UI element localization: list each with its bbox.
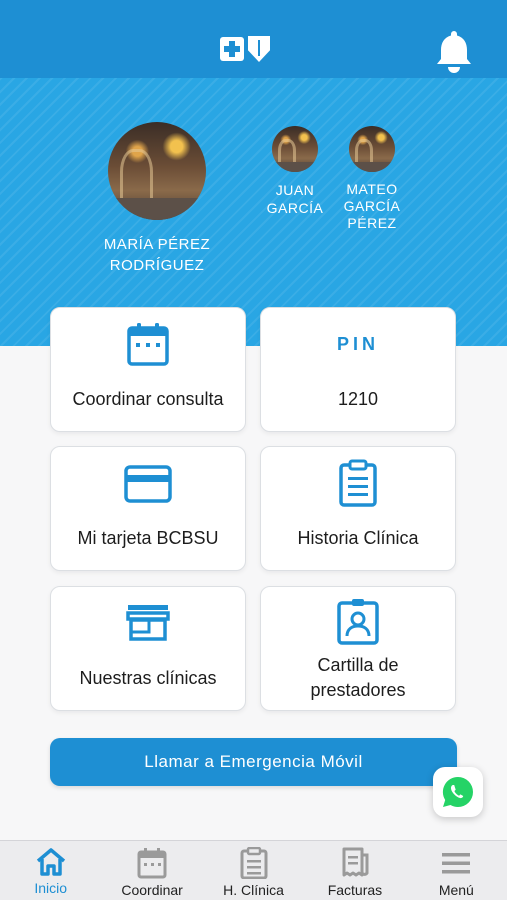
nav-historia-clinica[interactable]: H. Clínica: [203, 841, 304, 900]
home-icon: [36, 848, 65, 876]
shield-logo-icon: [248, 36, 270, 62]
card-label: Cartilla de prestadores: [310, 655, 406, 700]
card-label: Mi tarjeta BCBSU: [77, 528, 219, 548]
top-bar: [0, 0, 507, 78]
member-mateo[interactable]: MATEO GARCÍA PÉREZ: [337, 126, 407, 232]
member-maria[interactable]: MARÍA PÉREZ RODRÍGUEZ: [95, 122, 219, 276]
whatsapp-button[interactable]: [433, 767, 483, 817]
pin-title: PIN: [336, 334, 379, 354]
card-label: Nuestras clínicas: [79, 668, 217, 688]
nav-facturas[interactable]: Facturas: [304, 841, 405, 900]
cartilla-prestadores-card[interactable]: Cartilla de prestadores: [260, 586, 456, 711]
card-label: Historia Clínica: [297, 528, 419, 548]
clipboard-icon: [339, 459, 377, 507]
nav-label: Coordinar: [121, 882, 183, 898]
coordinar-consulta-card[interactable]: Coordinar consulta: [50, 307, 246, 432]
emergency-call-button[interactable]: Llamar a Emergencia Móvil: [50, 738, 457, 786]
nav-coordinar[interactable]: Coordinar: [101, 841, 202, 900]
pin-card[interactable]: PIN 1210: [260, 307, 456, 432]
member-name: MARÍA PÉREZ RODRÍGUEZ: [103, 236, 211, 274]
hamburger-icon: [442, 853, 471, 874]
nav-label: H. Clínica: [223, 882, 284, 898]
whatsapp-icon: [442, 776, 473, 807]
clipboard-icon: [240, 847, 268, 879]
member-juan[interactable]: JUAN GARCÍA: [260, 126, 330, 217]
credit-card-icon: [124, 465, 172, 503]
bcbs-logo: [220, 36, 270, 62]
avatar: [349, 126, 395, 172]
historia-clinica-card[interactable]: Historia Clínica: [260, 446, 456, 571]
nav-label: Inicio: [34, 880, 68, 896]
mi-tarjeta-card[interactable]: Mi tarjeta BCBSU: [50, 446, 246, 571]
cross-logo-icon: [220, 37, 244, 61]
storefront-icon: [126, 605, 170, 641]
avatar: [108, 122, 206, 220]
nav-inicio[interactable]: Inicio: [0, 841, 101, 900]
calendar-icon: [137, 848, 167, 879]
bell-icon[interactable]: [434, 28, 474, 74]
member-name: MATEO GARCÍA PÉREZ: [343, 181, 401, 231]
nuestras-clinicas-card[interactable]: Nuestras clínicas: [50, 586, 246, 711]
receipt-icon: [342, 847, 369, 877]
pin-value: 1210: [337, 389, 379, 409]
id-badge-icon: [337, 599, 379, 645]
avatar: [272, 126, 318, 172]
bottom-nav: Inicio Coordinar H. Clínica Facturas Men…: [0, 840, 507, 900]
member-name: JUAN GARCÍA: [266, 182, 324, 216]
members-hero: MARÍA PÉREZ RODRÍGUEZ JUAN GARCÍA MATEO …: [0, 78, 507, 346]
card-label: Coordinar consulta: [72, 389, 224, 409]
nav-label: Facturas: [327, 882, 383, 898]
nav-label: Menú: [438, 882, 474, 898]
calendar-icon: [127, 323, 169, 366]
nav-menu[interactable]: Menú: [406, 841, 507, 900]
